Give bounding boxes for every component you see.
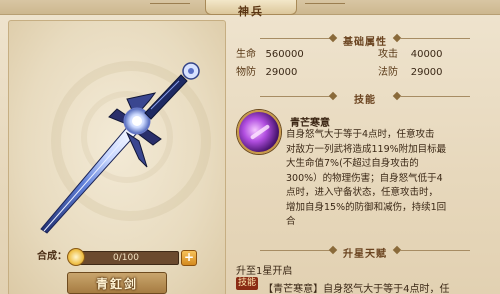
add-fragment-button[interactable]: + bbox=[181, 250, 197, 266]
divider-line bbox=[400, 250, 470, 251]
star-talent-heading: 升星天赋 bbox=[230, 242, 500, 260]
skill-heading: 技能 bbox=[230, 88, 500, 106]
skill-desc-line: 增加自身15%的防御和减伤，持续1回 bbox=[286, 201, 447, 213]
stat-pdef: 物防 29000 bbox=[236, 66, 297, 80]
compose-label: 合成： bbox=[37, 251, 67, 262]
stat-hp-label: 生命 bbox=[236, 49, 256, 60]
star-talent-heading-text: 升星天赋 bbox=[343, 249, 387, 260]
compose-progress-bar: 0/100 bbox=[73, 251, 179, 265]
stat-pdef-value: 29000 bbox=[265, 67, 298, 78]
compose-progress-row: 合成： 0/100 + bbox=[37, 248, 197, 266]
skill-desc-line: 自身怒气大于等于4点时，任意攻击 bbox=[286, 129, 435, 140]
divider-line bbox=[400, 38, 470, 39]
stat-hp: 生命 560000 bbox=[236, 48, 304, 62]
talent-text: 【青芒寒意】自身怒气大于等于4点时，任 bbox=[263, 284, 450, 294]
stat-hp-value: 560000 bbox=[265, 49, 304, 60]
stat-mdef: 法防 29000 bbox=[378, 66, 443, 80]
compose-count: 0/100 bbox=[113, 253, 139, 263]
divider-line bbox=[260, 96, 330, 97]
skill-desc-line: 300%）的物理伤害；自身怒气低于4 bbox=[286, 172, 443, 184]
fragment-icon bbox=[67, 248, 85, 266]
skill-name: 青芒寒意 bbox=[290, 118, 330, 129]
sword-image bbox=[40, 62, 200, 234]
stat-mdef-label: 法防 bbox=[378, 67, 398, 78]
stat-mdef-value: 29000 bbox=[410, 67, 443, 78]
stat-atk: 攻击 40000 bbox=[378, 48, 443, 62]
skill-desc-line: 点时，进入守备状态，任意攻击时， bbox=[286, 187, 439, 198]
weapon-name-plate: 青釭剑 bbox=[67, 272, 167, 294]
skill-description: 自身怒气大于等于4点时，任意攻击 对敌方一列武将造成119%附加目标最 大生命值… bbox=[286, 128, 496, 230]
weapon-name: 青釭剑 bbox=[95, 277, 138, 291]
weapon-display-panel: 合成： 0/100 + 青釭剑 bbox=[8, 20, 226, 294]
skill-desc-line: 合 bbox=[286, 216, 296, 227]
title-ornament-right bbox=[305, 3, 345, 4]
divider-diamond bbox=[328, 91, 338, 101]
title-plate: 神兵 bbox=[205, 0, 297, 18]
stat-pdef-label: 物防 bbox=[236, 67, 256, 78]
talent-tag: 技能 bbox=[236, 277, 259, 290]
skill-icon-streak bbox=[249, 124, 271, 140]
star-unlock-text: 升至1星开启 bbox=[236, 266, 293, 277]
divider-line bbox=[260, 38, 330, 39]
divider-line bbox=[400, 96, 470, 97]
skill-desc-line: 大生命值7%(不超过自身攻击的 bbox=[286, 158, 419, 169]
skill-heading-text: 技能 bbox=[354, 95, 376, 106]
weapon-info-panel: 基础属性 生命 560000 攻击 40000 物防 29000 法防 2900… bbox=[230, 14, 500, 294]
skill-icon[interactable] bbox=[237, 110, 281, 154]
attributes-heading-text: 基础属性 bbox=[343, 37, 387, 48]
divider-diamond bbox=[328, 33, 338, 43]
stat-atk-label: 攻击 bbox=[378, 49, 398, 60]
skill-desc-line: 对敌方一列武将造成119%附加目标最 bbox=[286, 143, 447, 155]
title-ornament-left bbox=[150, 3, 190, 4]
talent-row: 技能 【青芒寒意】自身怒气大于等于4点时，任 bbox=[236, 277, 498, 294]
stat-atk-value: 40000 bbox=[410, 49, 443, 60]
divider-line bbox=[260, 250, 330, 251]
divine-weapon-screen: 神兵 合成： 0/100 + 青釭剑 基础属性 生命 560000 攻击 400… bbox=[0, 0, 500, 294]
divider-diamond bbox=[328, 245, 338, 255]
attributes-heading: 基础属性 bbox=[230, 30, 500, 48]
